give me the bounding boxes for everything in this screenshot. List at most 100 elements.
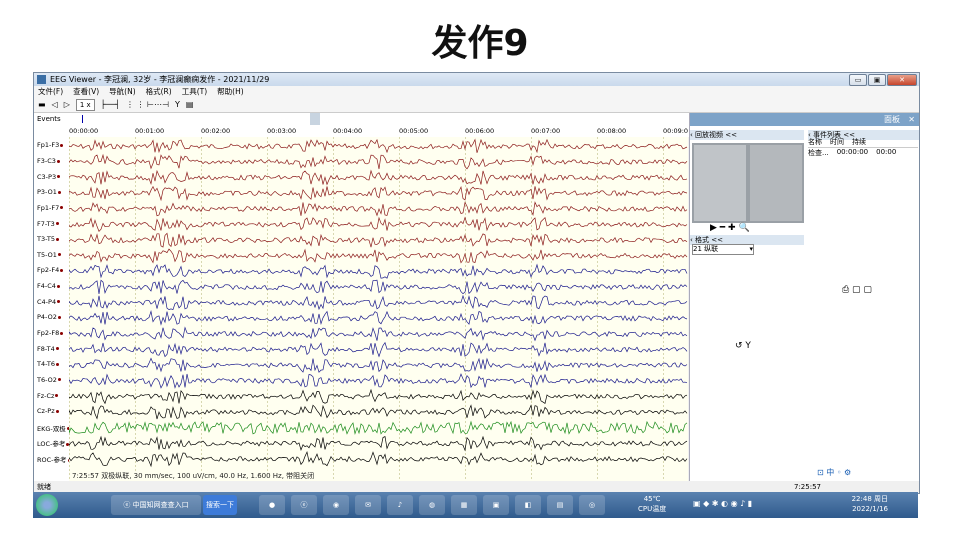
taskbar-app-11[interactable]: ◎ (579, 495, 605, 515)
tray-icons[interactable]: ▣ ◆ ✱ ◐ ◉ ♪ ▮ (693, 499, 752, 508)
channel-label[interactable]: F4-C4 (37, 282, 60, 290)
taskbar-app-4[interactable]: ✉ (355, 495, 381, 515)
video-thumbnail[interactable] (692, 143, 804, 223)
channel-label[interactable]: Fp2-F4 (37, 266, 64, 274)
channel-label[interactable]: T3-T5 (37, 235, 59, 243)
folder-icon[interactable]: ▬ (38, 98, 46, 112)
clock-date: 2022/1/16 (852, 505, 888, 513)
taskbar-app-6[interactable]: ◍ (419, 495, 445, 515)
taskbar-app-9[interactable]: ◧ (515, 495, 541, 515)
channel-label[interactable]: F3-C3 (37, 157, 60, 165)
channel-label[interactable]: F7-T3 (37, 220, 59, 228)
filter-icon[interactable]: Y (175, 98, 180, 112)
video-controls[interactable]: ▶ ━ ✚ 🔍 (710, 223, 750, 233)
cpu-widget[interactable]: 45℃ CPU温度 (638, 494, 666, 514)
eeg-trace (69, 185, 688, 202)
window-controls: ▭ ▣ ✕ (849, 74, 917, 86)
cpu-label: CPU温度 (638, 505, 667, 513)
taskbar-app-1[interactable]: ● (259, 495, 285, 515)
eeg-trace (69, 420, 688, 435)
time-axis: 00:00:00 00:01:00 00:02:00 00:03:00 00:04:00… (34, 125, 689, 137)
channel-label[interactable]: ROC-参考 (37, 454, 71, 464)
menu-file[interactable]: 文件(F) (38, 86, 63, 98)
taskbar: ⓔ 中国知网查查入口 搜索一下 ● ⓔ ◉ ✉ ♪ ◍ ▦ ▣ ◧ ▤ ◎ 45… (33, 492, 918, 518)
channel-label[interactable]: T4-T6 (37, 360, 59, 368)
channel-label[interactable]: LOC-参考 (37, 438, 70, 448)
prev-icon[interactable]: ◁ (52, 98, 58, 112)
video-header[interactable]: ‹ 回放视频 << (690, 130, 804, 140)
eeg-trace (69, 138, 688, 154)
events-table: 名称 时间 持续 检查... 00:00:00 00:00 (808, 137, 918, 158)
taskbar-search-button[interactable]: 搜索一下 (203, 495, 237, 515)
scroll-thumb[interactable] (310, 113, 320, 125)
col-name: 名称 (808, 138, 822, 146)
ie-icon: ⓔ (123, 501, 133, 509)
channel-label[interactable]: Fp2-F8 (37, 329, 64, 337)
col-duration: 持续 (852, 138, 866, 146)
channel-label[interactable]: EKG-双极 (37, 423, 70, 433)
eeg-trace-area[interactable] (69, 137, 688, 481)
taskbar-app-3[interactable]: ◉ (323, 495, 349, 515)
close-button[interactable]: ✕ (887, 74, 917, 86)
next-icon[interactable]: ▷ (64, 98, 70, 112)
table-row[interactable]: 检查... 00:00:00 00:00 (808, 148, 918, 158)
page-icon[interactable]: ▤ (186, 98, 194, 112)
format-select[interactable]: 21 纵联 ▾ (692, 244, 754, 255)
taskbar-app-2[interactable]: ⓔ (291, 495, 317, 515)
channel-label[interactable]: Fp1-F3 (37, 141, 64, 149)
undo-icon[interactable]: ↺ Y (735, 341, 751, 351)
menu-format[interactable]: 格式(R) (146, 86, 172, 98)
print-icon[interactable]: ⎙ ▢ ▢ (842, 285, 872, 295)
minimize-button[interactable]: ▭ (849, 74, 867, 86)
video-frame-right (750, 145, 802, 221)
channel-label[interactable]: P4-O2 (37, 313, 61, 321)
menu-tools[interactable]: 工具(T) (182, 86, 207, 98)
taskbar-app-7[interactable]: ▦ (451, 495, 477, 515)
channel-labels: Fp1-F3 F3-C3 C3-P3 P3-O1 Fp1-F7 F7-T3 T3-T5 T5-… (34, 137, 71, 481)
channel-label[interactable]: Cz-Pz (37, 407, 59, 415)
eeg-trace (69, 341, 688, 358)
taskbar-app-5[interactable]: ♪ (387, 495, 413, 515)
channel-label[interactable]: Fp1-F7 (37, 204, 64, 212)
eeg-trace (69, 201, 688, 217)
zoom-select[interactable]: 1 x (75, 99, 95, 111)
app-icon (37, 75, 46, 84)
taskbar-app-10[interactable]: ▤ (547, 495, 573, 515)
eeg-trace (69, 248, 688, 264)
channel-label[interactable]: F8-T4 (37, 345, 59, 353)
time-tick: 00:06:00 (465, 127, 495, 135)
marker-icon[interactable]: ⋮ ⋮ ⊢⋯⊣ (126, 98, 169, 112)
start-button[interactable] (36, 494, 58, 516)
slide-title: 发作9 (431, 23, 529, 64)
toolbar: ▬ ◁ ▷ 1 x ├──┤ ⋮ ⋮ ⊢⋯⊣ Y ▤ (34, 98, 919, 113)
channel-label[interactable]: T5-O1 (37, 251, 61, 259)
maximize-button[interactable]: ▣ (868, 74, 886, 86)
taskbar-browser[interactable]: ⓔ 中国知网查查入口 (111, 495, 201, 515)
channel-label[interactable]: P3-O1 (37, 188, 61, 196)
time-tick: 00:00:00 (69, 127, 99, 135)
channel-label[interactable]: C4-P4 (37, 298, 61, 306)
video-frame-left (694, 145, 746, 221)
channel-dot (57, 378, 61, 382)
channel-dot (57, 315, 61, 319)
video-header-label: 回放视频 << (695, 131, 737, 139)
menu-view[interactable]: 查看(V) (73, 86, 99, 98)
channel-label[interactable]: T6-O2 (37, 376, 61, 384)
event-marker[interactable] (82, 115, 83, 123)
panel-tool-icons[interactable]: ⊡ 中 ◦ ⚙ (817, 467, 851, 478)
slider-icon[interactable]: ├──┤ (101, 98, 120, 112)
menu-help[interactable]: 帮助(H) (217, 86, 244, 98)
channel-label[interactable]: Fz-Cz (37, 392, 59, 400)
events-table-header: 名称 时间 持续 (808, 137, 918, 148)
channel-label[interactable]: C3-P3 (37, 173, 61, 181)
panel-close-icon[interactable]: ✕ (908, 113, 915, 126)
channel-dot (57, 190, 61, 194)
time-tick: 00:08:00 (597, 127, 627, 135)
clock[interactable]: 22:48 周日 2022/1/16 (852, 494, 888, 514)
channel-dot (55, 394, 59, 398)
event-duration: 00:00 (876, 148, 897, 156)
taskbar-app-8[interactable]: ▣ (483, 495, 509, 515)
menu-navigate[interactable]: 导航(N) (109, 86, 135, 98)
eeg-trace (69, 294, 688, 311)
time-tick: 00:01:00 (135, 127, 165, 135)
